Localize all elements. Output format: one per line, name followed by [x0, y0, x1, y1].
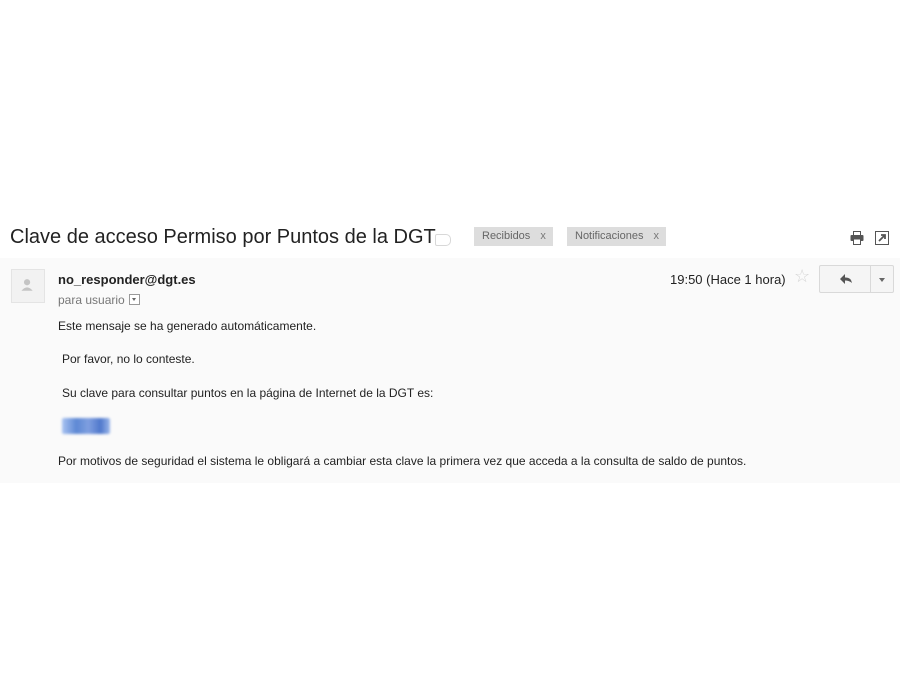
- label-notificaciones-text: Notificaciones: [575, 230, 644, 242]
- recipient-line: para usuario: [58, 293, 140, 307]
- label-notificaciones[interactable]: Notificaciones x: [567, 227, 666, 246]
- recipient-text: para usuario: [58, 293, 125, 307]
- label-recibidos-text: Recibidos: [482, 230, 531, 242]
- reply-button[interactable]: [819, 265, 871, 293]
- sender-email[interactable]: no_responder@dgt.es: [58, 272, 196, 287]
- avatar-person-icon: [21, 279, 33, 291]
- message-card: no_responder@dgt.es para usuario 19:50 (…: [0, 258, 900, 483]
- reply-arrow-icon: [840, 274, 852, 284]
- show-details-dropdown-icon[interactable]: [128, 294, 140, 305]
- body-line-5: Por motivos de seguridad el sistema le o…: [58, 454, 747, 468]
- remove-label-notificaciones-button[interactable]: x: [653, 230, 659, 242]
- redacted-password: [62, 418, 110, 434]
- more-options-button[interactable]: [870, 265, 894, 293]
- subject-bar: Clave de acceso Permiso por Puntos de la…: [0, 222, 900, 259]
- print-icon[interactable]: [850, 231, 864, 245]
- email-subject: Clave de acceso Permiso por Puntos de la…: [10, 226, 436, 248]
- label-tag-icon[interactable]: [435, 234, 451, 246]
- label-recibidos[interactable]: Recibidos x: [474, 227, 553, 246]
- star-icon[interactable]: ☆: [794, 266, 810, 287]
- message-date: 19:50 (Hace 1 hora): [670, 272, 786, 287]
- body-line-3: Su clave para consultar puntos en la pág…: [62, 386, 434, 400]
- remove-label-recibidos-button[interactable]: x: [540, 230, 546, 242]
- avatar: [11, 269, 45, 303]
- body-line-2: Por favor, no lo conteste.: [62, 352, 195, 366]
- new-window-icon[interactable]: [875, 231, 889, 245]
- body-line-1: Este mensaje se ha generado automáticame…: [58, 319, 317, 333]
